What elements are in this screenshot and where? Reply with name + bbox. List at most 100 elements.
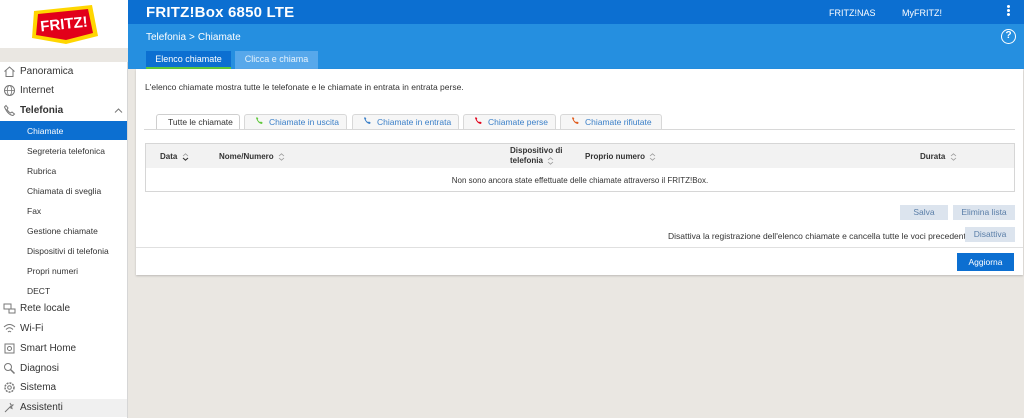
table-header: Data Nome/Numero Dispositivo di telefoni…	[146, 144, 1014, 168]
tab-label: Chiamate perse	[488, 117, 549, 127]
subtab-elenco-chiamate[interactable]: Elenco chiamate	[146, 51, 231, 69]
sidebar-item-sistema[interactable]: Sistema	[0, 379, 127, 397]
top-header: FRITZ!Box 6850 LTE FRITZ!NAS MyFRITZ!	[0, 0, 1024, 24]
sidebar-subitem-propri-numeri[interactable]: Propri numeri	[0, 261, 127, 280]
column-header-label: Nome/Numero	[219, 152, 274, 161]
tab-label: Chiamate in entrata	[377, 117, 452, 127]
sidebar-item-label: Telefonia	[20, 105, 64, 116]
sidebar-subitem-label: DECT	[27, 286, 51, 296]
sort-icon	[278, 153, 285, 161]
column-header-nome[interactable]: Nome/Numero	[219, 152, 285, 161]
product-title: FRITZ!Box 6850 LTE	[146, 4, 295, 21]
wizard-icon	[4, 402, 15, 413]
breadcrumb-page: Chiamate	[197, 32, 241, 43]
sidebar-item-internet[interactable]: Internet	[0, 82, 127, 100]
breadcrumb: Telefonia > Chiamate	[146, 32, 241, 43]
sidebar-item-diagnosi[interactable]: Diagnosi	[0, 360, 127, 378]
network-icon	[3, 303, 16, 314]
sidebar-item-label: Sistema	[20, 382, 57, 393]
wifi-icon	[3, 324, 16, 333]
sidebar-subitem-label: Rubrica	[27, 166, 57, 176]
calls-table: Data Nome/Numero Dispositivo di telefoni…	[145, 143, 1015, 192]
sidebar-subitem-sveglia[interactable]: Chiamata di sveglia	[0, 181, 127, 200]
sidebar-subitem-label: Chiamate	[27, 126, 64, 136]
delete-list-button[interactable]: Elimina lista	[953, 205, 1015, 220]
intro-text: L'elenco chiamate mostra tutte le telefo…	[145, 82, 464, 92]
column-header-label: Proprio numero	[585, 152, 646, 161]
sidebar-subitem-label: Dispositivi di telefonia	[27, 246, 109, 256]
tab-chiamate-perse[interactable]: Chiamate perse	[463, 114, 556, 129]
sidebar-item-label: Smart Home	[20, 343, 77, 354]
tab-chiamate-in-uscita[interactable]: Chiamate in uscita	[244, 114, 347, 129]
column-header-label: telefonia	[510, 156, 543, 165]
sub-header: Telefonia > Chiamate ? Elenco chiamate Cli…	[128, 24, 1024, 69]
sidebar-item-label: Internet	[20, 85, 54, 96]
disable-button[interactable]: Disattiva	[965, 227, 1015, 242]
column-header-durata[interactable]: Durata	[920, 152, 957, 161]
more-menu-icon[interactable]	[1005, 5, 1011, 19]
chevron-up-icon[interactable]	[114, 106, 123, 115]
content-panel: L'elenco chiamate mostra tutte le telefo…	[136, 69, 1023, 275]
subtab-clicca-e-chiama[interactable]: Clicca e chiama	[235, 51, 318, 69]
sidebar-item-label: Rete locale	[20, 303, 71, 314]
breadcrumb-section[interactable]: Telefonia	[146, 32, 186, 43]
sidebar-subitem-segreteria[interactable]: Segreteria telefonica	[0, 141, 127, 160]
sidebar-item-label: Wi-Fi	[20, 323, 44, 334]
tab-label: Tutte le chiamate	[168, 117, 233, 127]
myfritz-link[interactable]: MyFRITZ!	[902, 8, 942, 18]
divider	[136, 247, 1023, 248]
sidebar: Panoramica Internet Telefonia Chiamate S…	[0, 62, 128, 418]
tab-chiamate-rifiutate[interactable]: Chiamate rifiutate	[560, 114, 662, 129]
save-button[interactable]: Salva	[900, 205, 948, 220]
fritz-logo[interactable]: FRITZ!	[26, 2, 102, 46]
column-header-data[interactable]: Data	[160, 152, 189, 161]
column-header-label: Data	[160, 152, 178, 161]
tab-label: Chiamate rifiutate	[585, 117, 652, 127]
breadcrumb-separator: >	[189, 32, 195, 43]
sidebar-subitem-fax[interactable]: Fax	[0, 201, 127, 220]
logo-area[interactable]: FRITZ!	[0, 0, 128, 48]
sidebar-item-smart-home[interactable]: Smart Home	[0, 340, 127, 358]
gear-icon	[4, 382, 15, 393]
smart-home-icon	[4, 343, 15, 354]
sidebar-item-telefonia[interactable]: Telefonia	[0, 102, 127, 120]
outgoing-call-icon	[256, 117, 263, 124]
help-icon[interactable]: ?	[1001, 29, 1016, 44]
sidebar-subitem-dispositivi[interactable]: Dispositivi di telefonia	[0, 241, 127, 260]
tab-label: Chiamate in uscita	[269, 117, 339, 127]
diagnosis-icon	[4, 363, 16, 375]
sidebar-item-wifi[interactable]: Wi-Fi	[0, 320, 127, 338]
home-icon	[4, 66, 15, 77]
sidebar-item-rete-locale[interactable]: Rete locale	[0, 300, 127, 318]
globe-icon	[4, 85, 15, 96]
sidebar-subitem-gestione-chiamate[interactable]: Gestione chiamate	[0, 221, 127, 240]
sidebar-subitem-label: Chiamata di sveglia	[27, 186, 102, 196]
sidebar-subitem-dect[interactable]: DECT	[0, 281, 127, 300]
missed-call-icon	[475, 117, 482, 124]
sidebar-subitem-label: Propri numeri	[27, 266, 79, 276]
sidebar-item-panoramica[interactable]: Panoramica	[0, 63, 127, 81]
column-header-proprio-numero[interactable]: Proprio numero	[585, 152, 656, 161]
sidebar-item-label: Diagnosi	[20, 363, 59, 374]
tab-underline	[144, 129, 1015, 130]
tab-chiamate-in-entrata[interactable]: Chiamate in entrata	[352, 114, 459, 129]
sort-desc-icon	[182, 153, 188, 161]
column-header-label: Durata	[920, 152, 946, 161]
column-header-label: Dispositivo di	[510, 146, 563, 155]
sidebar-subitem-chiamate[interactable]: Chiamate	[0, 121, 127, 140]
sidebar-subitem-label: Gestione chiamate	[27, 226, 98, 236]
rejected-call-icon	[572, 117, 579, 124]
column-header-dispositivo[interactable]: Dispositivo di telefonia	[510, 146, 570, 166]
sort-icon	[649, 153, 656, 161]
refresh-button[interactable]: Aggiorna	[957, 253, 1014, 271]
incoming-call-icon	[364, 117, 371, 124]
tab-tutte-le-chiamate[interactable]: Tutte le chiamate	[156, 114, 240, 130]
sidebar-item-assistenti[interactable]: Assistenti	[0, 399, 127, 417]
fritz-nas-link[interactable]: FRITZ!NAS	[829, 8, 876, 18]
sidebar-subitem-rubrica[interactable]: Rubrica	[0, 161, 127, 180]
sidebar-item-label: Assistenti	[20, 402, 63, 413]
disable-logging-text: Disattiva la registrazione dell'elenco c…	[668, 231, 971, 241]
empty-table-message: Non sono ancora state effettuate delle c…	[451, 176, 709, 185]
phone-icon	[3, 104, 16, 117]
sidebar-subitem-label: Fax	[27, 206, 42, 216]
